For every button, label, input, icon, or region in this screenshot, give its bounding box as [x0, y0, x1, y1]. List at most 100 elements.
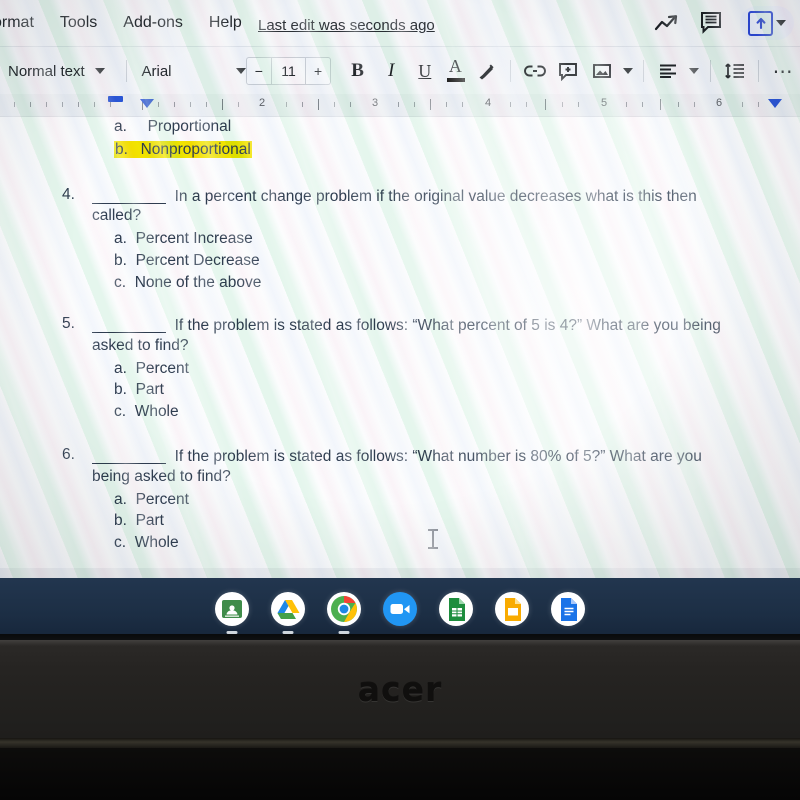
list-item: b. Part: [114, 382, 164, 398]
google-drive-icon[interactable]: [271, 592, 305, 634]
italic-button[interactable]: I: [376, 56, 406, 86]
toolbar-divider: [709, 60, 711, 82]
answer-blank[interactable]: [92, 187, 166, 204]
question-text-line-2: asked to find?: [92, 337, 189, 354]
toolbar-divider: [758, 60, 760, 82]
left-indent-marker[interactable]: [140, 99, 154, 108]
question-text-line-1: If the problem is stated as follows: “Wh…: [92, 447, 702, 465]
chevron-down-icon: [236, 68, 247, 74]
font-size-decrease-button[interactable]: −: [247, 58, 271, 84]
google-classroom-icon[interactable]: [215, 592, 249, 634]
highlight-color-icon[interactable]: [471, 56, 501, 86]
option-text: Whole: [134, 403, 179, 420]
toolbar-divider: [125, 60, 127, 82]
last-edit-status[interactable]: Last edit was seconds ago: [258, 17, 435, 34]
share-button[interactable]: [740, 6, 794, 40]
ruler-number-4: 4: [484, 97, 492, 109]
option-letter: b.: [114, 252, 127, 269]
ruler-number-3: 3: [371, 97, 379, 109]
option-text: Nonproportional: [139, 141, 252, 158]
toolbar-divider: [643, 60, 645, 82]
add-comment-icon[interactable]: [553, 56, 583, 86]
chevron-down-icon: [94, 68, 105, 74]
answer-blank[interactable]: [92, 447, 166, 464]
font-size-increase-button[interactable]: +: [306, 58, 330, 84]
question-text-line-1: If the problem is stated as follows: “Wh…: [92, 316, 721, 334]
text-color-button[interactable]: A: [444, 57, 468, 85]
google-docs-icon[interactable]: [551, 592, 585, 626]
laptop-hinge: [0, 738, 800, 748]
insert-link-icon[interactable]: [520, 56, 550, 86]
list-item: a. Percent: [114, 492, 189, 508]
insert-image-icon[interactable]: [587, 56, 617, 86]
document-page[interactable]: a. Proportional b. Nonproportional 4. In…: [0, 116, 800, 568]
more-options-icon[interactable]: ⋯: [768, 56, 798, 86]
shelf-app-list: [0, 578, 800, 640]
menu-help[interactable]: Help: [196, 14, 255, 32]
docs-toolbar: Normal text Arial − 11 + B I U A ⋯: [0, 46, 800, 95]
google-slides-icon[interactable]: [495, 592, 529, 626]
screenshot-root: ormat Tools Add-ons Help Last edit was s…: [0, 0, 800, 800]
toolbar-divider: [509, 60, 511, 82]
ruler-number-2: 2: [258, 97, 266, 109]
bold-button[interactable]: B: [343, 56, 373, 86]
chromeos-shelf: [0, 578, 800, 640]
align-icon[interactable]: [653, 56, 683, 86]
question-number: 5.: [62, 315, 75, 332]
question-prompt: If the problem is stated as follows: “Wh…: [174, 317, 721, 334]
right-indent-marker[interactable]: [768, 99, 782, 108]
menu-addons[interactable]: Add-ons: [110, 14, 196, 32]
option-letter: b.: [114, 141, 129, 158]
docs-menubar: ormat Tools Add-ons Help Last edit was s…: [0, 0, 800, 46]
docs-ruler[interactable]: 2 3 4 5 6: [0, 94, 800, 117]
list-item-highlighted: b. Nonproportional: [114, 141, 252, 158]
activity-trend-icon[interactable]: [652, 8, 682, 38]
list-item: b. Part: [114, 513, 164, 529]
font-family-dropdown[interactable]: Arial: [141, 63, 247, 80]
option-text: Percent: [135, 360, 189, 377]
text-cursor-icon: [428, 529, 438, 549]
option-text: Percent Decrease: [135, 252, 260, 269]
question-number: 4.: [62, 186, 75, 203]
answer-blank[interactable]: [92, 316, 166, 333]
ruler-number-6: 6: [715, 97, 723, 109]
question-text-line-1: In a percent change problem if the origi…: [92, 187, 697, 205]
paragraph-style-dropdown[interactable]: Normal text: [8, 63, 119, 80]
bezel-highlight: [0, 640, 800, 646]
google-chrome-icon[interactable]: [327, 592, 361, 634]
option-letter: c.: [114, 403, 127, 420]
font-size-stepper[interactable]: − 11 +: [246, 57, 331, 85]
menu-tools[interactable]: Tools: [47, 14, 110, 32]
option-text: Percent: [135, 491, 189, 508]
question-prompt: If the problem is stated as follows: “Wh…: [174, 448, 702, 465]
option-letter: a.: [114, 230, 127, 247]
option-text: Proportional: [147, 118, 232, 135]
google-sheets-icon[interactable]: [439, 592, 473, 626]
option-letter: a.: [114, 491, 127, 508]
first-line-indent-marker[interactable]: [108, 96, 123, 102]
ruler-number-5: 5: [600, 97, 608, 109]
underline-button[interactable]: U: [410, 56, 440, 86]
zoom-icon[interactable]: [383, 592, 417, 626]
option-letter: c.: [114, 274, 127, 291]
option-letter: b.: [114, 512, 127, 529]
list-item: c. Whole: [114, 535, 179, 551]
text-color-swatch: [446, 78, 465, 82]
option-letter: a.: [114, 360, 127, 377]
list-item: b. Percent Decrease: [114, 253, 260, 269]
question-prompt: In a percent change problem if the origi…: [174, 188, 697, 205]
option-text: Part: [135, 381, 164, 398]
line-spacing-icon[interactable]: [720, 56, 750, 86]
align-chevron-down-icon[interactable]: [687, 56, 701, 86]
list-item: a. Percent Increase: [114, 231, 253, 247]
menubar-right-actions: [652, 0, 794, 46]
insert-image-chevron-down-icon[interactable]: [621, 56, 635, 86]
comment-history-icon[interactable]: [696, 8, 726, 38]
option-text: Percent Increase: [135, 230, 253, 247]
font-size-input[interactable]: 11: [270, 58, 307, 84]
option-letter: b.: [114, 381, 127, 398]
laptop-screen: ormat Tools Add-ons Help Last edit was s…: [0, 0, 800, 592]
share-chevron-down-icon[interactable]: [776, 20, 786, 26]
paragraph-style-value: Normal text: [8, 62, 85, 80]
menu-format[interactable]: ormat: [0, 14, 47, 32]
